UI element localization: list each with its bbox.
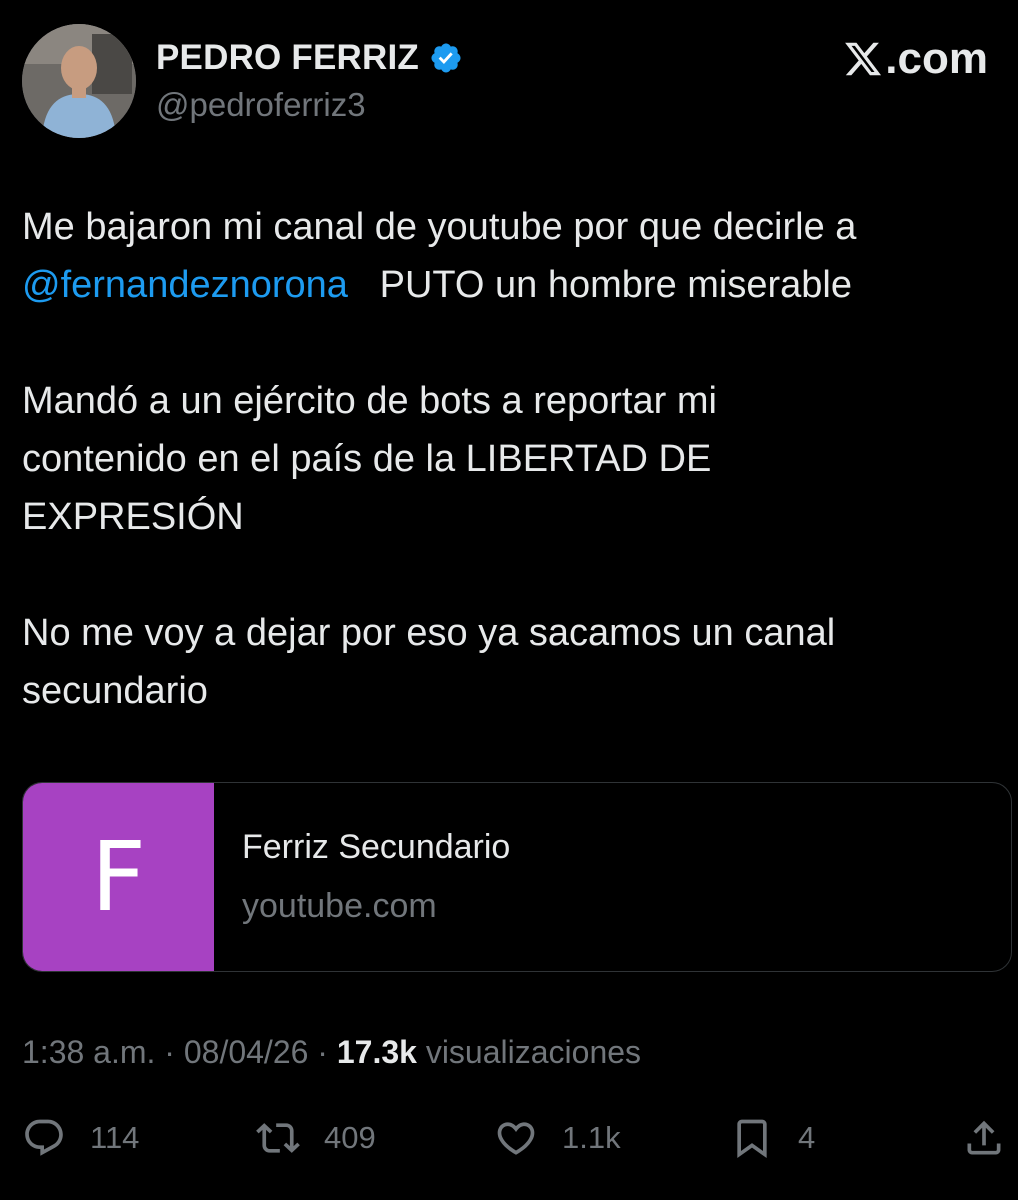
tweet-meta: 1:38 a.m. · 08/04/26 · 17.3k visualizaci…: [22, 1034, 641, 1071]
link-card-domain: youtube.com: [242, 887, 437, 925]
bookmark-button[interactable]: 4: [730, 1110, 815, 1166]
tweet-paragraph-1: Me bajaron mi canal de youtube por que d…: [22, 198, 997, 314]
like-count: 1.1k: [562, 1120, 621, 1155]
views-label: visualizaciones: [425, 1034, 642, 1070]
tweet-text-line: Mandó a un ejército de bots a reportar m…: [22, 380, 717, 422]
tweet-text-segment: PUTO un hombre miserable: [379, 264, 852, 306]
brand-label: .com: [885, 34, 988, 83]
tweet-paragraph-2: Mandó a un ejército de bots a reportar m…: [22, 372, 997, 546]
bookmark-count: 4: [798, 1120, 816, 1155]
avatar-photo: [22, 24, 136, 138]
like-button[interactable]: 1.1k: [494, 1110, 621, 1166]
verified-badge-icon: [431, 43, 461, 73]
repost-count: 409: [324, 1120, 376, 1155]
reply-icon: [25, 1119, 63, 1156]
reply-count: 114: [90, 1120, 140, 1155]
x-logo-icon: [845, 42, 882, 76]
handle[interactable]: @pedroferriz3: [156, 86, 366, 124]
repost-button[interactable]: 409: [256, 1110, 376, 1166]
tweet-date[interactable]: 08/04/26: [184, 1034, 309, 1070]
heart-icon: [497, 1122, 535, 1155]
tweet-paragraph-3: No me voy a dejar por eso ya sacamos un …: [22, 604, 997, 720]
tweet-text-line: EXPRESIÓN: [22, 496, 244, 538]
tweet-text-line: secundario: [22, 670, 208, 712]
repost-icon: [256, 1123, 300, 1153]
bookmark-icon: [737, 1119, 767, 1159]
meta-separator: ·: [317, 1034, 328, 1070]
meta-separator: ·: [164, 1034, 175, 1070]
mention-link[interactable]: @fernandeznorona: [22, 264, 348, 306]
tweet-text-segment: Me bajaron mi canal de youtube por que d…: [22, 206, 857, 248]
action-bar: 114 409 1.1k 4: [0, 1110, 1018, 1166]
tweet-text-line: No me voy a dejar por eso ya sacamos un …: [22, 612, 836, 654]
link-card-thumbnail: F: [23, 783, 214, 971]
tweet-header: PEDRO FERRIZ @pedroferriz3 .com: [0, 0, 1018, 150]
reply-button[interactable]: 114: [22, 1110, 139, 1166]
link-card-body: Ferriz Secundario youtube.com: [214, 783, 510, 971]
share-icon: [967, 1120, 1001, 1155]
brand-logo: .com: [843, 34, 988, 84]
tweet-text: Me bajaron mi canal de youtube por que d…: [22, 198, 997, 778]
tweet-text-line: contenido en el país de la LIBERTAD DE: [22, 438, 712, 480]
avatar[interactable]: [22, 24, 136, 138]
link-card-title: Ferriz Secundario: [242, 828, 511, 866]
tweet-time[interactable]: 1:38 a.m.: [22, 1034, 155, 1070]
share-button[interactable]: [962, 1110, 1006, 1166]
display-name[interactable]: PEDRO FERRIZ: [156, 38, 419, 78]
views-count: 17.3k: [336, 1034, 417, 1070]
link-card[interactable]: F Ferriz Secundario youtube.com: [22, 782, 1012, 972]
